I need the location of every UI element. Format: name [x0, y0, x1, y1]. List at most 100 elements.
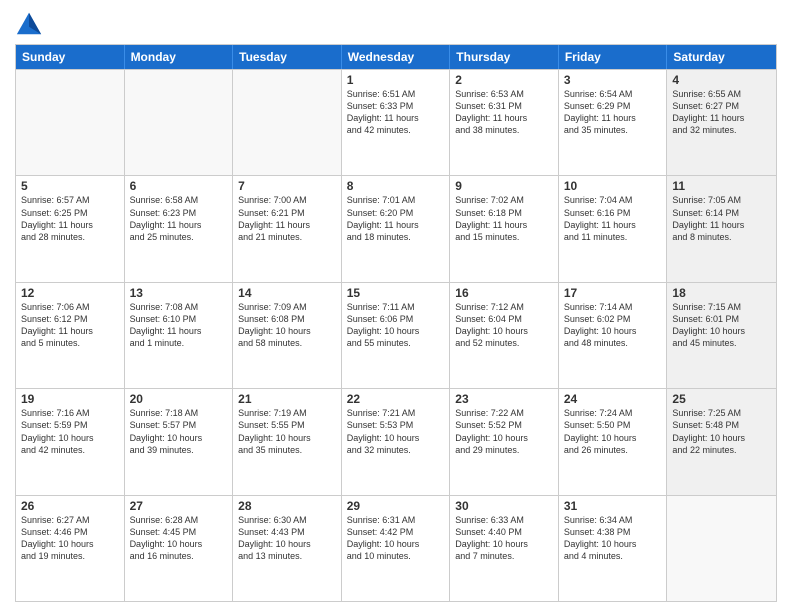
day-number: 17	[564, 286, 662, 300]
cell-text: Sunrise: 6:33 AM Sunset: 4:40 PM Dayligh…	[455, 514, 553, 563]
day-number: 6	[130, 179, 228, 193]
day-number: 21	[238, 392, 336, 406]
day-number: 9	[455, 179, 553, 193]
day-number: 23	[455, 392, 553, 406]
cal-cell: 10Sunrise: 7:04 AM Sunset: 6:16 PM Dayli…	[559, 176, 668, 281]
cell-text: Sunrise: 6:51 AM Sunset: 6:33 PM Dayligh…	[347, 88, 445, 137]
day-number: 24	[564, 392, 662, 406]
cell-text: Sunrise: 7:24 AM Sunset: 5:50 PM Dayligh…	[564, 407, 662, 456]
day-number: 14	[238, 286, 336, 300]
cal-cell: 6Sunrise: 6:58 AM Sunset: 6:23 PM Daylig…	[125, 176, 234, 281]
day-number: 20	[130, 392, 228, 406]
day-number: 27	[130, 499, 228, 513]
logo-icon	[15, 10, 43, 38]
cal-cell	[667, 496, 776, 601]
cell-text: Sunrise: 7:22 AM Sunset: 5:52 PM Dayligh…	[455, 407, 553, 456]
cell-text: Sunrise: 6:54 AM Sunset: 6:29 PM Dayligh…	[564, 88, 662, 137]
cell-text: Sunrise: 7:00 AM Sunset: 6:21 PM Dayligh…	[238, 194, 336, 243]
cell-text: Sunrise: 7:06 AM Sunset: 6:12 PM Dayligh…	[21, 301, 119, 350]
cell-text: Sunrise: 6:30 AM Sunset: 4:43 PM Dayligh…	[238, 514, 336, 563]
cal-week-2: 5Sunrise: 6:57 AM Sunset: 6:25 PM Daylig…	[16, 175, 776, 281]
cell-text: Sunrise: 7:02 AM Sunset: 6:18 PM Dayligh…	[455, 194, 553, 243]
day-number: 18	[672, 286, 771, 300]
cell-text: Sunrise: 7:11 AM Sunset: 6:06 PM Dayligh…	[347, 301, 445, 350]
cell-text: Sunrise: 6:34 AM Sunset: 4:38 PM Dayligh…	[564, 514, 662, 563]
cell-text: Sunrise: 7:19 AM Sunset: 5:55 PM Dayligh…	[238, 407, 336, 456]
cal-cell	[16, 70, 125, 175]
cell-text: Sunrise: 7:12 AM Sunset: 6:04 PM Dayligh…	[455, 301, 553, 350]
page: SundayMondayTuesdayWednesdayThursdayFrid…	[0, 0, 792, 612]
cal-cell: 22Sunrise: 7:21 AM Sunset: 5:53 PM Dayli…	[342, 389, 451, 494]
cal-cell: 14Sunrise: 7:09 AM Sunset: 6:08 PM Dayli…	[233, 283, 342, 388]
day-number: 1	[347, 73, 445, 87]
day-number: 19	[21, 392, 119, 406]
cal-header-friday: Friday	[559, 45, 668, 69]
cal-cell: 19Sunrise: 7:16 AM Sunset: 5:59 PM Dayli…	[16, 389, 125, 494]
header	[15, 10, 777, 38]
cal-cell: 13Sunrise: 7:08 AM Sunset: 6:10 PM Dayli…	[125, 283, 234, 388]
cell-text: Sunrise: 6:27 AM Sunset: 4:46 PM Dayligh…	[21, 514, 119, 563]
day-number: 10	[564, 179, 662, 193]
cal-cell: 16Sunrise: 7:12 AM Sunset: 6:04 PM Dayli…	[450, 283, 559, 388]
day-number: 11	[672, 179, 771, 193]
cal-cell: 7Sunrise: 7:00 AM Sunset: 6:21 PM Daylig…	[233, 176, 342, 281]
cal-cell: 21Sunrise: 7:19 AM Sunset: 5:55 PM Dayli…	[233, 389, 342, 494]
cal-cell: 11Sunrise: 7:05 AM Sunset: 6:14 PM Dayli…	[667, 176, 776, 281]
day-number: 30	[455, 499, 553, 513]
cal-header-wednesday: Wednesday	[342, 45, 451, 69]
cell-text: Sunrise: 7:05 AM Sunset: 6:14 PM Dayligh…	[672, 194, 771, 243]
day-number: 12	[21, 286, 119, 300]
day-number: 28	[238, 499, 336, 513]
cal-cell: 5Sunrise: 6:57 AM Sunset: 6:25 PM Daylig…	[16, 176, 125, 281]
cell-text: Sunrise: 7:01 AM Sunset: 6:20 PM Dayligh…	[347, 194, 445, 243]
day-number: 26	[21, 499, 119, 513]
cell-text: Sunrise: 7:21 AM Sunset: 5:53 PM Dayligh…	[347, 407, 445, 456]
calendar-body: 1Sunrise: 6:51 AM Sunset: 6:33 PM Daylig…	[16, 69, 776, 601]
cal-cell: 25Sunrise: 7:25 AM Sunset: 5:48 PM Dayli…	[667, 389, 776, 494]
cal-header-monday: Monday	[125, 45, 234, 69]
cal-cell: 15Sunrise: 7:11 AM Sunset: 6:06 PM Dayli…	[342, 283, 451, 388]
cal-week-5: 26Sunrise: 6:27 AM Sunset: 4:46 PM Dayli…	[16, 495, 776, 601]
cal-week-3: 12Sunrise: 7:06 AM Sunset: 6:12 PM Dayli…	[16, 282, 776, 388]
cal-cell	[233, 70, 342, 175]
cal-week-1: 1Sunrise: 6:51 AM Sunset: 6:33 PM Daylig…	[16, 69, 776, 175]
cell-text: Sunrise: 7:04 AM Sunset: 6:16 PM Dayligh…	[564, 194, 662, 243]
cell-text: Sunrise: 7:25 AM Sunset: 5:48 PM Dayligh…	[672, 407, 771, 456]
cal-header-tuesday: Tuesday	[233, 45, 342, 69]
cal-cell: 8Sunrise: 7:01 AM Sunset: 6:20 PM Daylig…	[342, 176, 451, 281]
cal-cell: 28Sunrise: 6:30 AM Sunset: 4:43 PM Dayli…	[233, 496, 342, 601]
day-number: 29	[347, 499, 445, 513]
cell-text: Sunrise: 7:08 AM Sunset: 6:10 PM Dayligh…	[130, 301, 228, 350]
calendar: SundayMondayTuesdayWednesdayThursdayFrid…	[15, 44, 777, 602]
cal-cell: 27Sunrise: 6:28 AM Sunset: 4:45 PM Dayli…	[125, 496, 234, 601]
day-number: 31	[564, 499, 662, 513]
cal-cell: 3Sunrise: 6:54 AM Sunset: 6:29 PM Daylig…	[559, 70, 668, 175]
cal-cell: 24Sunrise: 7:24 AM Sunset: 5:50 PM Dayli…	[559, 389, 668, 494]
cal-cell: 9Sunrise: 7:02 AM Sunset: 6:18 PM Daylig…	[450, 176, 559, 281]
cal-cell: 2Sunrise: 6:53 AM Sunset: 6:31 PM Daylig…	[450, 70, 559, 175]
cal-week-4: 19Sunrise: 7:16 AM Sunset: 5:59 PM Dayli…	[16, 388, 776, 494]
day-number: 13	[130, 286, 228, 300]
cal-header-thursday: Thursday	[450, 45, 559, 69]
cal-cell: 12Sunrise: 7:06 AM Sunset: 6:12 PM Dayli…	[16, 283, 125, 388]
day-number: 8	[347, 179, 445, 193]
cal-cell: 23Sunrise: 7:22 AM Sunset: 5:52 PM Dayli…	[450, 389, 559, 494]
cell-text: Sunrise: 6:31 AM Sunset: 4:42 PM Dayligh…	[347, 514, 445, 563]
cal-header-saturday: Saturday	[667, 45, 776, 69]
day-number: 3	[564, 73, 662, 87]
cell-text: Sunrise: 6:53 AM Sunset: 6:31 PM Dayligh…	[455, 88, 553, 137]
cal-cell: 4Sunrise: 6:55 AM Sunset: 6:27 PM Daylig…	[667, 70, 776, 175]
cal-cell: 29Sunrise: 6:31 AM Sunset: 4:42 PM Dayli…	[342, 496, 451, 601]
cell-text: Sunrise: 7:15 AM Sunset: 6:01 PM Dayligh…	[672, 301, 771, 350]
calendar-header-row: SundayMondayTuesdayWednesdayThursdayFrid…	[16, 45, 776, 69]
cal-cell: 31Sunrise: 6:34 AM Sunset: 4:38 PM Dayli…	[559, 496, 668, 601]
day-number: 25	[672, 392, 771, 406]
day-number: 16	[455, 286, 553, 300]
cell-text: Sunrise: 7:18 AM Sunset: 5:57 PM Dayligh…	[130, 407, 228, 456]
cell-text: Sunrise: 6:57 AM Sunset: 6:25 PM Dayligh…	[21, 194, 119, 243]
day-number: 7	[238, 179, 336, 193]
day-number: 2	[455, 73, 553, 87]
day-number: 4	[672, 73, 771, 87]
logo	[15, 10, 47, 38]
cal-cell: 17Sunrise: 7:14 AM Sunset: 6:02 PM Dayli…	[559, 283, 668, 388]
